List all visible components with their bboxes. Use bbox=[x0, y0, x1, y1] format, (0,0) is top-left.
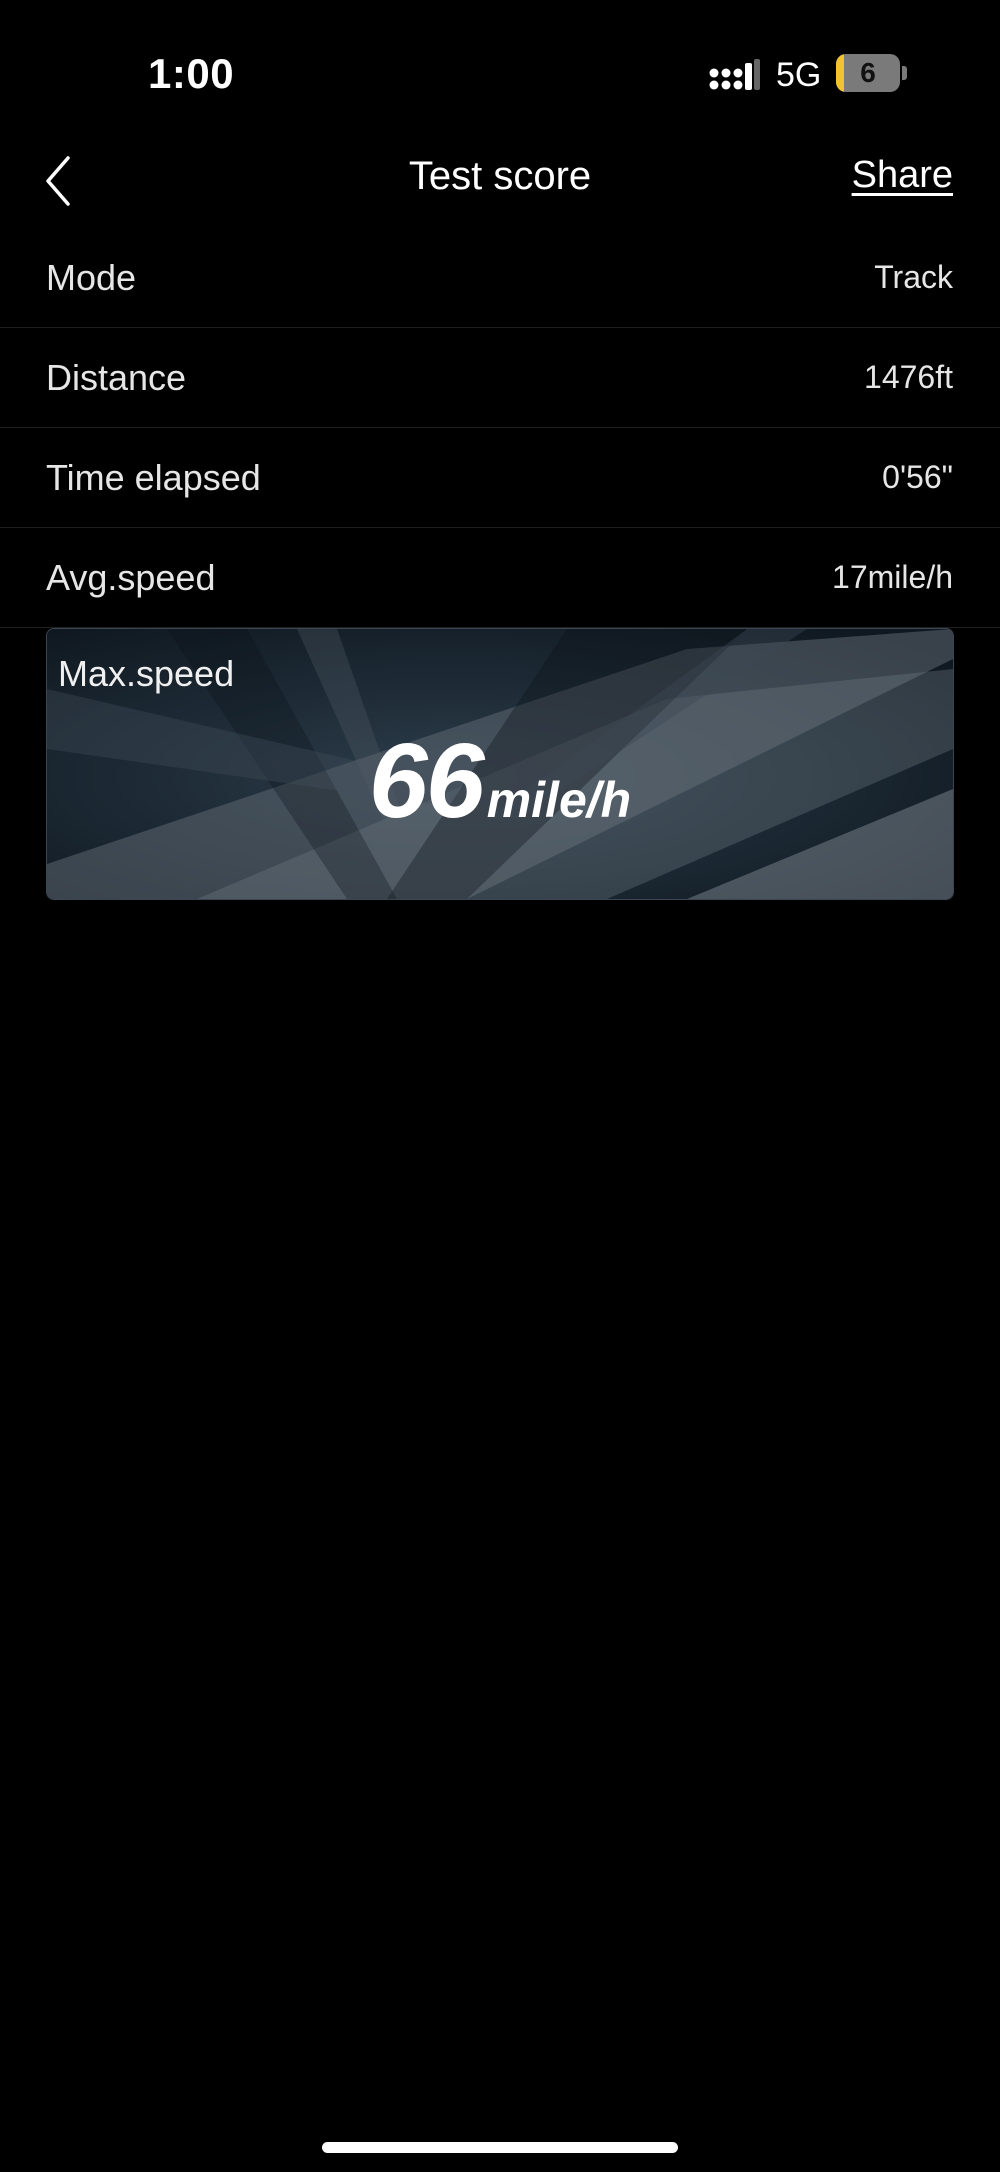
stat-label: Time elapsed bbox=[46, 457, 261, 498]
max-speed-readout: 66mile/h bbox=[47, 721, 953, 842]
status-time: 1:00 bbox=[148, 50, 235, 97]
stat-row-distance: Distance 1476ft bbox=[0, 328, 1000, 428]
stat-value: 17mile/h bbox=[832, 559, 953, 595]
stat-value: 1476ft bbox=[864, 359, 953, 395]
stats-list: Mode Track Distance 1476ft Time elapsed … bbox=[0, 228, 1000, 628]
stat-row-time-elapsed: Time elapsed 0'56" bbox=[0, 428, 1000, 528]
page-title: Test score bbox=[408, 154, 592, 198]
max-speed-unit: mile/h bbox=[486, 772, 632, 828]
status-bar: 1:00 5G 6 bbox=[0, 0, 1000, 150]
max-speed-card: Max.speed 66mile/h bbox=[46, 628, 954, 900]
home-indicator[interactable] bbox=[322, 2142, 678, 2153]
nav-bar: Test score Share bbox=[0, 130, 1000, 230]
max-speed-value: 66 bbox=[368, 722, 485, 840]
stat-row-avg-speed: Avg.speed 17mile/h bbox=[0, 528, 1000, 628]
share-button[interactable]: Share bbox=[852, 154, 953, 197]
battery-level: 6 bbox=[860, 57, 876, 88]
stat-label: Avg.speed bbox=[46, 557, 216, 598]
stat-label: Mode bbox=[46, 257, 137, 298]
network-type: 5G bbox=[776, 56, 822, 94]
max-speed-label: Max.speed bbox=[58, 653, 235, 694]
stat-value: Track bbox=[874, 259, 953, 295]
signal-icon bbox=[709, 59, 760, 90]
stat-value: 0'56" bbox=[882, 459, 953, 495]
stat-row-mode: Mode Track bbox=[0, 228, 1000, 328]
stat-label: Distance bbox=[46, 357, 187, 398]
battery-icon: 6 bbox=[836, 54, 908, 92]
